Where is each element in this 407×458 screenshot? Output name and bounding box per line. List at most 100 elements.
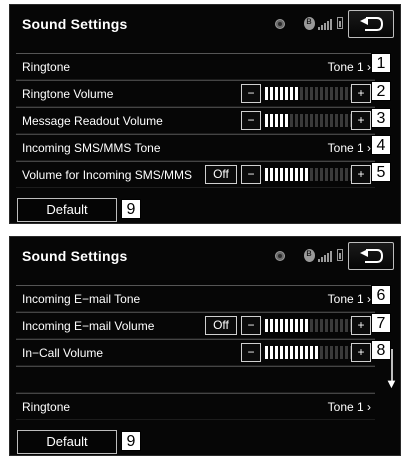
volume-minus-button[interactable]: −	[241, 343, 261, 362]
callout-4: 4	[371, 135, 391, 155]
off-button[interactable]: Off	[205, 316, 237, 335]
volume-tick	[265, 168, 268, 181]
volume-level-bar	[265, 114, 355, 127]
volume-tick	[345, 346, 348, 359]
callout-7: 7	[371, 313, 391, 333]
row-incoming-email-tone[interactable]: Incoming E−mail Tone Tone 1 ›	[16, 285, 375, 312]
volume-plus-button[interactable]: +	[351, 316, 371, 335]
volume-tick	[320, 114, 323, 127]
back-arrow-icon	[360, 17, 384, 31]
volume-minus-button[interactable]: −	[241, 111, 261, 130]
back-button[interactable]	[348, 10, 394, 38]
volume-tick	[290, 346, 293, 359]
volume-minus-button[interactable]: −	[241, 165, 261, 184]
volume-tick	[315, 87, 318, 100]
volume-control: − +	[241, 343, 371, 362]
status-dot-icon	[275, 19, 285, 29]
row-value: Tone 1 ›	[327, 60, 371, 74]
volume-tick	[280, 114, 283, 127]
volume-tick	[305, 114, 308, 127]
callout-9: 9	[121, 199, 141, 219]
signal-icon	[318, 18, 332, 30]
page-title: Sound Settings	[22, 16, 128, 32]
volume-plus-button[interactable]: +	[351, 165, 371, 184]
scroll-down-icon[interactable]: ▼	[385, 376, 398, 391]
volume-tick	[300, 346, 303, 359]
volume-minus-button[interactable]: −	[241, 84, 261, 103]
volume-tick	[320, 346, 323, 359]
volume-tick	[330, 346, 333, 359]
volume-tick	[300, 168, 303, 181]
volume-tick	[270, 114, 273, 127]
volume-tick	[295, 114, 298, 127]
callout-3: 3	[371, 108, 391, 128]
volume-tick	[315, 114, 318, 127]
volume-level-bar	[265, 87, 355, 100]
volume-tick	[280, 87, 283, 100]
row-ringtone-volume: Ringtone Volume − +	[16, 80, 375, 107]
volume-tick	[340, 346, 343, 359]
row-incoming-email-volume: Incoming E−mail Volume Off − +	[16, 312, 375, 339]
volume-tick	[345, 114, 348, 127]
volume-minus-button[interactable]: −	[241, 316, 261, 335]
volume-tick	[335, 87, 338, 100]
volume-tick	[265, 87, 268, 100]
row-value: Tone 1 ›	[327, 141, 371, 155]
volume-tick	[325, 346, 328, 359]
volume-tick	[300, 319, 303, 332]
volume-tick	[295, 168, 298, 181]
volume-tick	[330, 168, 333, 181]
row-label: Incoming E−mail Tone	[22, 292, 141, 306]
volume-tick	[325, 319, 328, 332]
signal-icon	[318, 250, 332, 262]
page-title: Sound Settings	[22, 248, 128, 264]
volume-tick	[270, 346, 273, 359]
volume-tick	[330, 114, 333, 127]
back-button[interactable]	[348, 242, 394, 270]
volume-tick	[325, 114, 328, 127]
callout-9: 9	[121, 431, 141, 451]
row-label: Ringtone Volume	[22, 87, 114, 101]
volume-tick	[320, 319, 323, 332]
volume-tick	[285, 87, 288, 100]
battery-icon	[337, 249, 343, 261]
callout-1: 1	[371, 53, 391, 73]
volume-tick	[315, 168, 318, 181]
row-label: Incoming SMS/MMS Tone	[22, 141, 161, 155]
row-value: Tone 1 ›	[327, 400, 371, 414]
volume-tick	[290, 319, 293, 332]
volume-plus-button[interactable]: +	[351, 84, 371, 103]
volume-tick	[315, 346, 318, 359]
volume-tick	[265, 319, 268, 332]
volume-tick	[270, 319, 273, 332]
row-ringtone[interactable]: Ringtone Tone 1 ›	[16, 53, 375, 80]
volume-plus-button[interactable]: +	[351, 111, 371, 130]
row-volume-incoming-sms: Volume for Incoming SMS/MMS Off − +	[16, 161, 375, 188]
volume-tick	[295, 87, 298, 100]
back-arrow-icon	[360, 249, 384, 263]
row-incoming-sms-tone[interactable]: Incoming SMS/MMS Tone Tone 1 ›	[16, 134, 375, 161]
volume-control: − +	[241, 111, 371, 130]
volume-tick	[305, 87, 308, 100]
volume-tick	[340, 114, 343, 127]
row-message-readout-volume: Message Readout Volume − +	[16, 107, 375, 134]
volume-tick	[280, 168, 283, 181]
volume-tick	[340, 168, 343, 181]
volume-plus-button[interactable]: +	[351, 343, 371, 362]
battery-icon	[337, 17, 343, 29]
settings-list: Ringtone Tone 1 › Ringtone Volume − + Me…	[16, 53, 375, 188]
volume-tick	[275, 346, 278, 359]
row-ringtone[interactable]: Ringtone Tone 1 ›	[16, 393, 375, 420]
volume-tick	[290, 114, 293, 127]
default-button[interactable]: Default	[17, 198, 117, 222]
header: Sound Settings	[10, 237, 400, 275]
volume-tick	[335, 319, 338, 332]
volume-tick	[325, 87, 328, 100]
off-button[interactable]: Off	[205, 165, 237, 184]
volume-tick	[285, 346, 288, 359]
row-label: Volume for Incoming SMS/MMS	[22, 168, 193, 182]
volume-level-bar	[265, 346, 355, 359]
volume-control: Off − +	[205, 165, 371, 184]
default-button[interactable]: Default	[17, 430, 117, 454]
volume-tick	[295, 319, 298, 332]
